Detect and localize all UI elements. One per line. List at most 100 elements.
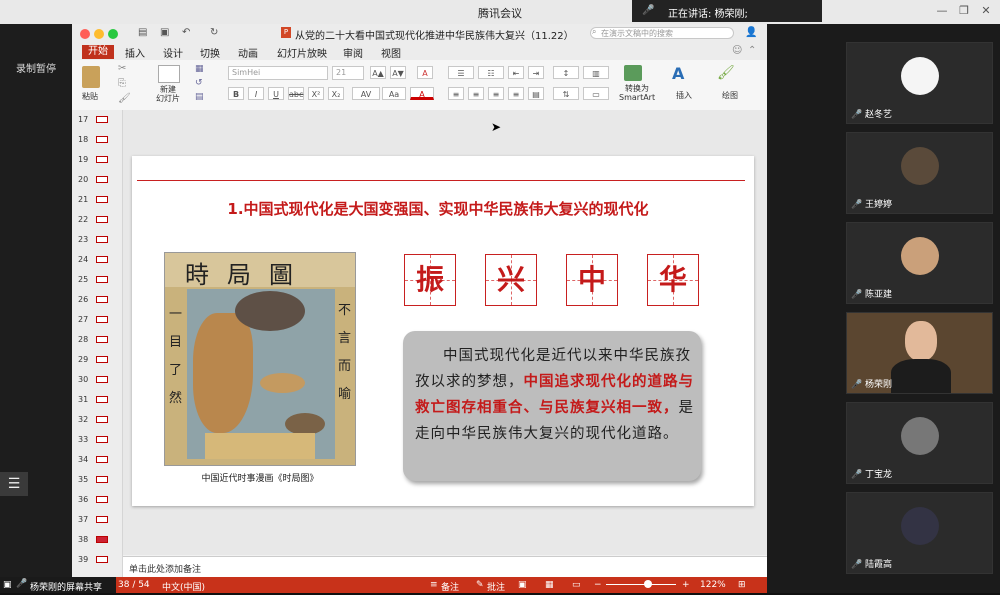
- participant-tile[interactable]: 🎤 王婷婷: [846, 132, 993, 214]
- slide-thumbnail[interactable]: 37: [72, 510, 122, 530]
- presenter-view-icon[interactable]: ▭: [572, 580, 581, 590]
- slide-thumbnail[interactable]: 28: [72, 330, 122, 350]
- cut-icon[interactable]: ✂: [118, 63, 126, 74]
- zoom-knob[interactable]: [644, 580, 652, 588]
- slide-thumbnail[interactable]: 35: [72, 470, 122, 490]
- participant-tile[interactable]: 🎤 杨荣刚: [846, 312, 993, 394]
- bullets-icon[interactable]: ☰: [448, 66, 474, 79]
- line-spacing-icon[interactable]: ↕: [553, 66, 579, 79]
- underline-icon[interactable]: U: [268, 87, 284, 100]
- close-light-icon[interactable]: [80, 29, 90, 39]
- format-painter-icon[interactable]: 🖌: [118, 93, 131, 104]
- change-case-icon[interactable]: Aa: [382, 87, 406, 100]
- copy-icon[interactable]: ⎘: [118, 78, 126, 89]
- participant-tile[interactable]: 🎤 陆霞高: [846, 492, 993, 574]
- participant-tile[interactable]: 🎤 赵冬艺: [846, 42, 993, 124]
- font-size-field[interactable]: 21: [332, 66, 364, 80]
- sorter-view-icon[interactable]: ▦: [545, 580, 554, 590]
- slide-thumbnail[interactable]: 17: [72, 110, 122, 130]
- minimize-light-icon[interactable]: [94, 29, 104, 39]
- slide-thumbnail[interactable]: 20: [72, 170, 122, 190]
- collapse-ribbon-icon[interactable]: ⌃: [748, 45, 756, 56]
- record-pause-label[interactable]: 录制暂停: [16, 60, 56, 75]
- slide-thumbnail[interactable]: 18: [72, 130, 122, 150]
- minimize-icon[interactable]: —: [936, 5, 948, 17]
- decrease-indent-icon[interactable]: ⇤: [508, 66, 524, 79]
- increase-indent-icon[interactable]: ⇥: [528, 66, 544, 79]
- tab-design[interactable]: 设计: [163, 45, 183, 60]
- slide-thumbnail[interactable]: 29: [72, 350, 122, 370]
- clear-format-icon[interactable]: A: [417, 66, 433, 79]
- zoom-in-icon[interactable]: +: [682, 580, 690, 590]
- italic-icon[interactable]: I: [248, 87, 264, 100]
- slide-thumbnail[interactable]: 32: [72, 410, 122, 430]
- close-icon[interactable]: ✕: [980, 5, 992, 17]
- align-center-icon[interactable]: ≡: [468, 87, 484, 100]
- tab-home[interactable]: 开始: [82, 45, 114, 59]
- zoom-light-icon[interactable]: [108, 29, 118, 39]
- language-indicator[interactable]: 中文(中国): [162, 580, 205, 593]
- slide-thumbnail[interactable]: 30: [72, 370, 122, 390]
- bold-icon[interactable]: B: [228, 87, 244, 100]
- justify-icon[interactable]: ≡: [508, 87, 524, 100]
- comments-icon[interactable]: ✎: [476, 580, 484, 590]
- notes-pane[interactable]: 单击此处添加备注: [123, 556, 767, 578]
- paste-icon[interactable]: [82, 66, 100, 88]
- char-spacing-icon[interactable]: AV: [352, 87, 380, 100]
- share-user-icon[interactable]: 👤: [745, 27, 757, 38]
- numbering-icon[interactable]: ☷: [478, 66, 504, 79]
- slide-thumbnail[interactable]: 36: [72, 490, 122, 510]
- align-right-icon[interactable]: ≡: [488, 87, 504, 100]
- normal-view-icon[interactable]: ▣: [518, 580, 527, 590]
- tab-view[interactable]: 视图: [381, 45, 401, 60]
- notes-icon[interactable]: ≡: [430, 580, 438, 590]
- reset-icon[interactable]: ↺: [195, 78, 203, 88]
- slide-thumbnail[interactable]: 23: [72, 230, 122, 250]
- participant-tile[interactable]: 🎤 丁宝龙: [846, 402, 993, 484]
- insert-text-icon[interactable]: A: [672, 64, 684, 83]
- slide-thumbnail[interactable]: 39: [72, 550, 122, 570]
- new-slide-icon[interactable]: [158, 65, 180, 83]
- save-icon[interactable]: ▣: [160, 27, 169, 38]
- slide-thumbnail[interactable]: 26: [72, 290, 122, 310]
- redo-icon[interactable]: ↻: [210, 27, 218, 38]
- text-direction-icon[interactable]: ⇅: [553, 87, 579, 100]
- layout-icon[interactable]: ▦: [195, 64, 204, 74]
- align-left-icon[interactable]: ≡: [448, 87, 464, 100]
- zoom-slider[interactable]: [606, 584, 676, 585]
- tab-animations[interactable]: 动画: [238, 45, 258, 60]
- slide-thumbnail[interactable]: 21: [72, 190, 122, 210]
- fit-window-icon[interactable]: ⊞: [738, 580, 746, 590]
- slide-thumbnail[interactable]: 25: [72, 270, 122, 290]
- slide-thumbnail[interactable]: 27: [72, 310, 122, 330]
- participant-tile[interactable]: 🎤 陈亚建: [846, 222, 993, 304]
- align-text-icon[interactable]: ▭: [583, 87, 609, 100]
- slide-thumbnail[interactable]: 19: [72, 150, 122, 170]
- draw-icon[interactable]: 🖌: [717, 65, 735, 81]
- tab-slideshow[interactable]: 幻灯片放映: [277, 45, 327, 60]
- font-color-icon[interactable]: A: [410, 87, 434, 100]
- notes-toggle[interactable]: 备注: [441, 580, 459, 593]
- font-name-field[interactable]: SimHei: [228, 66, 328, 80]
- tab-transitions[interactable]: 切换: [200, 45, 220, 60]
- slide-thumbnail[interactable]: 24: [72, 250, 122, 270]
- section-icon[interactable]: ▤: [195, 92, 204, 102]
- columns-icon[interactable]: ▥: [583, 66, 609, 79]
- sidebar-toggle-icon[interactable]: ▤: [138, 27, 147, 38]
- restore-icon[interactable]: ❐: [958, 5, 970, 17]
- slide-thumbnail[interactable]: 31: [72, 390, 122, 410]
- shrink-font-icon[interactable]: A▼: [390, 66, 406, 79]
- slide-thumbnail[interactable]: 34: [72, 450, 122, 470]
- slide-thumbnail[interactable]: 33: [72, 430, 122, 450]
- tab-review[interactable]: 审阅: [343, 45, 363, 60]
- search-input[interactable]: 在演示文稿中的搜索: [590, 27, 734, 39]
- distribute-icon[interactable]: ▤: [528, 87, 544, 100]
- strikethrough-icon[interactable]: abc: [288, 87, 304, 100]
- subscript-icon[interactable]: X₂: [328, 87, 344, 100]
- undo-icon[interactable]: ↶: [182, 27, 190, 38]
- emoji-icon[interactable]: ☺: [732, 45, 742, 56]
- list-icon[interactable]: ☰: [0, 472, 28, 496]
- grow-font-icon[interactable]: A▲: [370, 66, 386, 79]
- tab-insert[interactable]: 插入: [125, 45, 145, 60]
- smartart-icon[interactable]: [624, 65, 642, 81]
